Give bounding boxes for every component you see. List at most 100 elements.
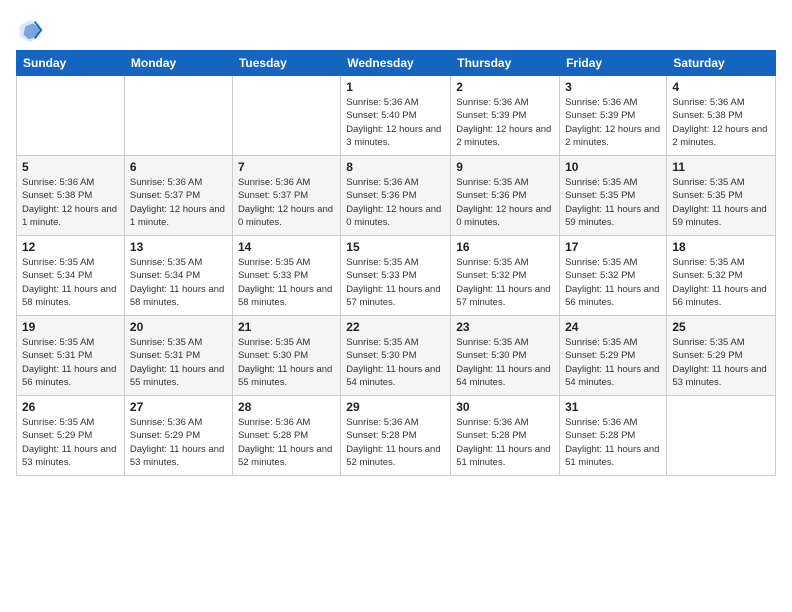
day-number: 19 <box>22 320 119 334</box>
day-cell: 22 Sunrise: 5:35 AM Sunset: 5:30 PM Dayli… <box>341 316 451 396</box>
day-number: 17 <box>565 240 661 254</box>
day-info: Sunrise: 5:35 AM Sunset: 5:36 PM Dayligh… <box>456 176 554 229</box>
day-cell: 18 Sunrise: 5:35 AM Sunset: 5:32 PM Dayli… <box>667 236 776 316</box>
day-info: Sunrise: 5:36 AM Sunset: 5:37 PM Dayligh… <box>130 176 227 229</box>
day-info: Sunrise: 5:35 AM Sunset: 5:30 PM Dayligh… <box>238 336 335 389</box>
col-header-friday: Friday <box>560 51 667 76</box>
day-cell: 31 Sunrise: 5:36 AM Sunset: 5:28 PM Dayli… <box>560 396 667 476</box>
day-cell: 30 Sunrise: 5:36 AM Sunset: 5:28 PM Dayli… <box>451 396 560 476</box>
day-number: 14 <box>238 240 335 254</box>
day-cell: 15 Sunrise: 5:35 AM Sunset: 5:33 PM Dayli… <box>341 236 451 316</box>
day-number: 13 <box>130 240 227 254</box>
day-number: 24 <box>565 320 661 334</box>
day-cell: 11 Sunrise: 5:35 AM Sunset: 5:35 PM Dayli… <box>667 156 776 236</box>
day-cell: 13 Sunrise: 5:35 AM Sunset: 5:34 PM Dayli… <box>124 236 232 316</box>
day-cell: 12 Sunrise: 5:35 AM Sunset: 5:34 PM Dayli… <box>17 236 125 316</box>
day-info: Sunrise: 5:35 AM Sunset: 5:29 PM Dayligh… <box>22 416 119 469</box>
day-info: Sunrise: 5:36 AM Sunset: 5:37 PM Dayligh… <box>238 176 335 229</box>
day-number: 28 <box>238 400 335 414</box>
day-cell: 28 Sunrise: 5:36 AM Sunset: 5:28 PM Dayli… <box>232 396 340 476</box>
day-cell: 19Sunrise: 5:35 AM Sunset: 5:31 PM Dayli… <box>17 316 125 396</box>
day-number: 18 <box>672 240 770 254</box>
day-number: 8 <box>346 160 445 174</box>
day-info: Sunrise: 5:35 AM Sunset: 5:29 PM Dayligh… <box>565 336 661 389</box>
page: SundayMondayTuesdayWednesdayThursdayFrid… <box>0 0 792 486</box>
week-row-4: 19 Sunrise: 5:35 AM Sunset: 5:31 PM Dayli… <box>17 316 776 396</box>
day-cell: 27 Sunrise: 5:36 AM Sunset: 5:29 PM Dayli… <box>124 396 232 476</box>
col-header-saturday: Saturday <box>667 51 776 76</box>
logo-icon <box>16 16 44 44</box>
calendar-table: SundayMondayTuesdayWednesdayThursdayFrid… <box>16 50 776 476</box>
day-info: Sunrise: 5:35 AM Sunset: 5:35 PM Dayligh… <box>672 176 770 229</box>
day-info: Sunrise: 5:35 AM Sunset: 5:30 PM Dayligh… <box>456 336 554 389</box>
week-row-5: 26 Sunrise: 5:35 AM Sunset: 5:29 PM Dayli… <box>17 396 776 476</box>
day-cell: 29Sunrise: 5:36 AM Sunset: 5:28 PM Dayli… <box>341 396 451 476</box>
day-cell: 6 Sunrise: 5:36 AM Sunset: 5:37 PM Daylig… <box>124 156 232 236</box>
day-cell: 17 Sunrise: 5:35 AM Sunset: 5:32 PM Dayli… <box>560 236 667 316</box>
day-cell: 21 Sunrise: 5:35 AM Sunset: 5:30 PM Dayli… <box>232 316 340 396</box>
day-cell: 2 Sunrise: 5:36 AM Sunset: 5:39 PM Daylig… <box>451 76 560 156</box>
day-info: Sunrise: 5:36 AM Sunset: 5:28 PM Dayligh… <box>565 416 661 469</box>
day-info: Sunrise: 5:35 AM Sunset: 5:31 PM Dayligh… <box>130 336 227 389</box>
day-number: 7 <box>238 160 335 174</box>
day-cell <box>17 76 125 156</box>
day-info: Sunrise: 5:35 AM Sunset: 5:32 PM Dayligh… <box>456 256 554 309</box>
col-header-wednesday: Wednesday <box>341 51 451 76</box>
day-number: 27 <box>130 400 227 414</box>
day-number: 20 <box>130 320 227 334</box>
day-info: Sunrise: 5:36 AM Sunset: 5:28 PM Dayligh… <box>456 416 554 469</box>
day-number: 16 <box>456 240 554 254</box>
day-info: Sunrise: 5:35 AM Sunset: 5:32 PM Dayligh… <box>565 256 661 309</box>
day-number: 9 <box>456 160 554 174</box>
day-number: 22 <box>346 320 445 334</box>
day-number: 10 <box>565 160 661 174</box>
day-info: Sunrise: 5:35 AM Sunset: 5:34 PM Dayligh… <box>130 256 227 309</box>
day-cell <box>232 76 340 156</box>
col-header-monday: Monday <box>124 51 232 76</box>
day-cell <box>124 76 232 156</box>
day-number: 2 <box>456 80 554 94</box>
day-info: Sunrise: 5:35 AM Sunset: 5:29 PM Dayligh… <box>672 336 770 389</box>
day-cell: 20 Sunrise: 5:35 AM Sunset: 5:31 PM Dayli… <box>124 316 232 396</box>
day-info: Sunrise: 5:36 AM Sunset: 5:28 PM Dayligh… <box>346 416 445 469</box>
day-number: 5 <box>22 160 119 174</box>
day-cell: 25 Sunrise: 5:35 AM Sunset: 5:29 PM Dayli… <box>667 316 776 396</box>
day-info: Sunrise: 5:35 AM Sunset: 5:32 PM Dayligh… <box>672 256 770 309</box>
day-number: 25 <box>672 320 770 334</box>
day-number: 26 <box>22 400 119 414</box>
day-number: 6 <box>130 160 227 174</box>
day-cell: 7 Sunrise: 5:36 AM Sunset: 5:37 PM Daylig… <box>232 156 340 236</box>
day-info: Sunrise: 5:36 AM Sunset: 5:29 PM Dayligh… <box>130 416 227 469</box>
day-info: Sunrise: 5:35 AM Sunset: 5:33 PM Dayligh… <box>238 256 335 309</box>
logo <box>16 16 48 44</box>
day-info: Sunrise: 5:36 AM Sunset: 5:28 PM Dayligh… <box>238 416 335 469</box>
header-row: SundayMondayTuesdayWednesdayThursdayFrid… <box>17 51 776 76</box>
day-number: 3 <box>565 80 661 94</box>
header-area <box>16 16 776 44</box>
day-cell: 24 Sunrise: 5:35 AM Sunset: 5:29 PM Dayli… <box>560 316 667 396</box>
day-cell: 26 Sunrise: 5:35 AM Sunset: 5:29 PM Dayli… <box>17 396 125 476</box>
day-cell: 3Sunrise: 5:36 AM Sunset: 5:39 PM Daylig… <box>560 76 667 156</box>
day-number: 11 <box>672 160 770 174</box>
day-number: 21 <box>238 320 335 334</box>
col-header-tuesday: Tuesday <box>232 51 340 76</box>
day-cell <box>667 396 776 476</box>
day-info: Sunrise: 5:35 AM Sunset: 5:35 PM Dayligh… <box>565 176 661 229</box>
day-number: 30 <box>456 400 554 414</box>
day-info: Sunrise: 5:36 AM Sunset: 5:39 PM Dayligh… <box>456 96 554 149</box>
day-number: 1 <box>346 80 445 94</box>
day-cell: 16 Sunrise: 5:35 AM Sunset: 5:32 PM Dayli… <box>451 236 560 316</box>
week-row-2: 5 Sunrise: 5:36 AM Sunset: 5:38 PM Daylig… <box>17 156 776 236</box>
day-info: Sunrise: 5:35 AM Sunset: 5:34 PM Dayligh… <box>22 256 119 309</box>
day-number: 12 <box>22 240 119 254</box>
day-info: Sunrise: 5:35 AM Sunset: 5:30 PM Dayligh… <box>346 336 445 389</box>
day-info: Sunrise: 5:36 AM Sunset: 5:38 PM Dayligh… <box>672 96 770 149</box>
day-cell: 10 Sunrise: 5:35 AM Sunset: 5:35 PM Dayli… <box>560 156 667 236</box>
day-info: Sunrise: 5:36 AM Sunset: 5:36 PM Dayligh… <box>346 176 445 229</box>
day-info: Sunrise: 5:36 AM Sunset: 5:38 PM Dayligh… <box>22 176 119 229</box>
day-cell: 5 Sunrise: 5:36 AM Sunset: 5:38 PM Daylig… <box>17 156 125 236</box>
day-number: 31 <box>565 400 661 414</box>
day-info: Sunrise: 5:36 AM Sunset: 5:40 PM Dayligh… <box>346 96 445 149</box>
day-number: 15 <box>346 240 445 254</box>
day-info: Sunrise: 5:35 AM Sunset: 5:33 PM Dayligh… <box>346 256 445 309</box>
